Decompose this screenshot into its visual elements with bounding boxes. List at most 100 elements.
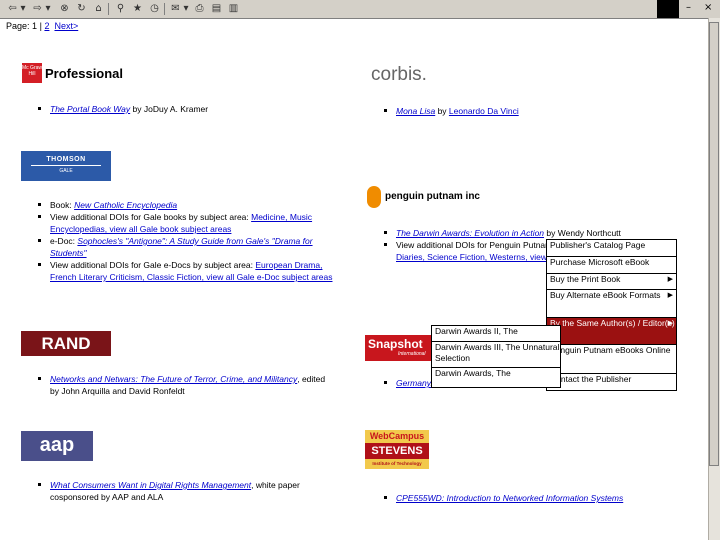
menu-item-alternate-formats[interactable]: Buy Alternate eBook Formats ▶ — [547, 290, 676, 318]
print-icon[interactable]: ⎙ — [193, 2, 206, 15]
item-prefix: View additional DOIs for Gale e-Docs by … — [50, 260, 256, 270]
edit-icon[interactable]: ▤ — [210, 2, 223, 15]
list-item: What Consumers Want in Digital Rights Ma… — [34, 479, 334, 503]
submenu-item[interactable]: Darwin Awards, The — [432, 368, 560, 387]
book-author: by Wendy Northcutt — [544, 228, 621, 238]
mcgraw-hill-logo[interactable]: Mc Graw Hill Professional — [22, 63, 142, 85]
item-prefix: View additional DOIs for Gale books by s… — [50, 212, 252, 222]
minimize-button[interactable]: – — [686, 2, 691, 13]
menu-item-label: Penguin Putnam eBooks Online — [550, 345, 671, 355]
back-dropdown-icon[interactable]: ▾ — [19, 2, 27, 15]
list-item: Networks and Netwars: The Future of Terr… — [34, 373, 334, 397]
browser-toolbar: ⇦ ▾ ⇨ ▾ ⊗ ↻ ⌂ ⚲ ★ ◷ ✉ ▾ ⎙ ▤ ▥ – × — [0, 0, 720, 19]
author-submenu: Darwin Awards II, The Darwin Awards III,… — [431, 325, 561, 388]
submenu-item[interactable]: Darwin Awards III, The Unnatural Selecti… — [432, 342, 560, 368]
rand-list: Networks and Netwars: The Future of Terr… — [34, 373, 334, 397]
list-item: View additional DOIs for Gale e-Docs by … — [34, 259, 344, 283]
list-item: The Portal Book Way by JoDuy A. Kramer — [34, 103, 334, 115]
menu-item-same-author[interactable]: By the Same Author(s) / Editor(s) ▶ — [547, 318, 676, 345]
book-link[interactable]: New Catholic Encyclopedia — [74, 200, 177, 210]
item-prefix: e-Doc: — [50, 236, 78, 246]
menu-item-buy-print-book[interactable]: Buy the Print Book ▶ — [547, 274, 676, 290]
pager-page-1: 1 — [32, 21, 38, 31]
list-item: View additional DOIs for Gale books by s… — [34, 211, 344, 235]
thomson-gale-logo[interactable]: THOMSON GALE — [21, 151, 111, 181]
mcgraw-hill-logo-text: Professional — [45, 66, 124, 81]
pager-label: Page: — [6, 21, 30, 31]
webcampus-stevens-logo[interactable]: WebCampus STEVENS Institute of Technolog… — [365, 430, 429, 472]
penguin-logo-text: penguin putnam inc — [385, 191, 480, 202]
snapshot-logo-sub: International — [398, 351, 426, 357]
edoc-link[interactable]: Sophocles's "Antigone": A Study Guide fr… — [50, 236, 313, 258]
book-link[interactable]: The Portal Book Way — [50, 104, 130, 114]
rand-logo[interactable]: RAND — [21, 331, 111, 356]
stevens-subtitle: Institute of Technology — [365, 459, 429, 469]
menu-item-penguin-ebooks[interactable]: Penguin Putnam eBooks Online — [547, 345, 676, 374]
aap-logo[interactable]: aap — [21, 431, 93, 461]
close-button[interactable]: × — [704, 2, 712, 13]
submenu-item[interactable]: Darwin Awards II, The — [432, 326, 560, 342]
thomson-list: Book: New Catholic Encyclopedia View add… — [34, 199, 344, 283]
list-item: The Darwin Awards: Evolution in Action b… — [380, 227, 670, 239]
submenu-arrow-icon: ▶ — [667, 292, 673, 299]
menu-item-contact-publisher[interactable]: Contact the Publisher — [547, 374, 676, 390]
forward-dropdown-icon[interactable]: ▾ — [44, 2, 52, 15]
home-icon[interactable]: ⌂ — [92, 2, 105, 15]
stop-icon[interactable]: ⊗ — [58, 2, 71, 15]
list-item: e-Doc: Sophocles's "Antigone": A Study G… — [34, 235, 344, 259]
author-prefix: by — [435, 106, 449, 116]
mcgraw-hill-badge: Mc Graw Hill — [22, 63, 42, 83]
book-author: by JoDuy A. Kramer — [130, 104, 209, 114]
snapshot-logo[interactable]: Snapshot International — [365, 335, 435, 361]
discuss-icon[interactable]: ▥ — [227, 2, 240, 15]
corbis-logo[interactable]: corbis. — [371, 64, 427, 86]
list-item: Book: New Catholic Encyclopedia — [34, 199, 344, 211]
penguin-putnam-logo[interactable]: penguin putnam inc — [367, 186, 517, 210]
refresh-icon[interactable]: ↻ — [75, 2, 88, 15]
aap-list: What Consumers Want in Digital Rights Ma… — [34, 479, 334, 503]
paper-link[interactable]: What Consumers Want in Digital Rights Ma… — [50, 480, 251, 490]
pager-separator: | — [39, 21, 42, 31]
pager: Page: 1 | 2 Next> — [6, 21, 78, 31]
item-prefix: Book: — [50, 200, 75, 210]
pager-next-link[interactable]: Next> — [54, 21, 78, 31]
menu-item-label: Contact the Publisher — [550, 374, 632, 384]
menu-item-label: Buy the Print Book — [550, 274, 621, 284]
list-item: CPE555WD: Introduction to Networked Info… — [380, 492, 680, 504]
thomson-text: THOMSON — [46, 156, 86, 163]
stevens-text: STEVENS — [365, 443, 429, 459]
pager-page-2-link[interactable]: 2 — [44, 21, 49, 31]
menu-item-label: Buy Alternate eBook Formats — [550, 290, 661, 300]
snapshot-logo-text: Snapshot — [368, 337, 423, 351]
search-icon[interactable]: ⚲ — [114, 2, 127, 15]
mcgraw-list: The Portal Book Way by JoDuy A. Kramer — [34, 103, 334, 115]
forward-icon[interactable]: ⇨ — [31, 2, 44, 15]
mail-dropdown-icon[interactable]: ▾ — [182, 2, 190, 15]
penguin-icon — [367, 186, 381, 208]
menu-item-purchase-ebook[interactable]: Purchase Microsoft eBook — [547, 257, 676, 274]
corbis-list: Mona Lisa by Leonardo Da Vinci — [380, 105, 700, 117]
menu-item-label: By the Same Author(s) / Editor(s) — [550, 318, 675, 328]
book-link[interactable]: Mona Lisa — [396, 106, 435, 116]
back-icon[interactable]: ⇦ — [6, 2, 19, 15]
menu-item-label: Publisher's Catalog Page — [550, 240, 646, 250]
list-item: Mona Lisa by Leonardo Da Vinci — [380, 105, 700, 117]
menu-item-label: Purchase Microsoft eBook — [550, 257, 650, 267]
submenu-arrow-icon: ▶ — [667, 320, 673, 327]
webcampus-list: CPE555WD: Introduction to Networked Info… — [380, 492, 680, 504]
scrollbar-thumb[interactable] — [709, 22, 719, 466]
course-link[interactable]: CPE555WD: Introduction to Networked Info… — [396, 493, 623, 503]
subject-links[interactable]: Diaries, Science Fiction, Westerns, view… — [396, 252, 554, 262]
throbber-logo-icon — [657, 0, 679, 18]
gale-text: GALE — [59, 168, 73, 174]
submenu-arrow-icon: ▶ — [667, 276, 673, 283]
book-link[interactable]: Networks and Netwars: The Future of Terr… — [50, 374, 297, 384]
mail-icon[interactable]: ✉ — [169, 2, 182, 15]
author-link[interactable]: Leonardo Da Vinci — [449, 106, 519, 116]
favorites-icon[interactable]: ★ — [131, 2, 144, 15]
menu-item-publisher-catalog[interactable]: Publisher's Catalog Page — [547, 240, 676, 257]
history-icon[interactable]: ◷ — [148, 2, 161, 15]
context-menu: Publisher's Catalog Page Purchase Micros… — [546, 239, 677, 391]
book-link[interactable]: The Darwin Awards: Evolution in Action — [396, 228, 544, 238]
webcampus-text: WebCampus — [365, 430, 429, 443]
